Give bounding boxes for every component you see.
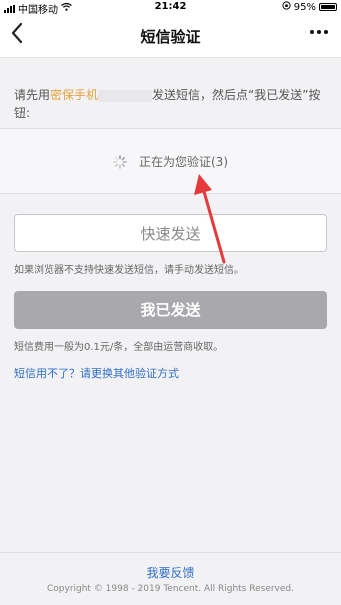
loading-spinner-icon bbox=[113, 155, 127, 169]
feedback-link[interactable]: 我要反馈 bbox=[0, 564, 341, 581]
status-bar: 中国移动 21:42 95% bbox=[0, 0, 341, 16]
alternative-verification-link[interactable]: 短信用不了？请更换其他验证方式 bbox=[14, 365, 179, 381]
orientation-lock-icon bbox=[282, 1, 291, 13]
more-button[interactable] bbox=[309, 22, 329, 47]
verifying-status: 正在为您验证(3) bbox=[139, 155, 228, 169]
more-dots-icon bbox=[310, 30, 328, 34]
already-sent-button[interactable]: 我已发送 bbox=[14, 291, 327, 329]
secure-phone-label: 密保手机 bbox=[50, 88, 99, 102]
redacted-number bbox=[98, 89, 153, 102]
copyright-text: Copyright © 1998 - 2019 Tencent. All Rig… bbox=[46, 584, 294, 594]
battery-icon bbox=[319, 3, 337, 11]
quick-send-button[interactable]: 快速发送 bbox=[14, 214, 327, 252]
battery-percent: 95% bbox=[293, 1, 316, 13]
page-title: 短信验证 bbox=[140, 28, 201, 46]
verification-panel: 正在为您验证(3) bbox=[0, 128, 341, 194]
footer-divider bbox=[0, 552, 341, 553]
browser-note: 如果浏览器不支持快速发送短信，请手动发送短信。 bbox=[14, 265, 244, 276]
fee-note: 短信费用一般为0.1元/条，全部由运营商收取。 bbox=[14, 342, 224, 353]
instruction-prefix: 请先用 bbox=[14, 88, 51, 102]
instruction-text: 请先用密保手机 发送短信，然后点“我已发送”按钮: bbox=[14, 86, 330, 122]
nav-bar: 短信验证 bbox=[0, 14, 341, 58]
